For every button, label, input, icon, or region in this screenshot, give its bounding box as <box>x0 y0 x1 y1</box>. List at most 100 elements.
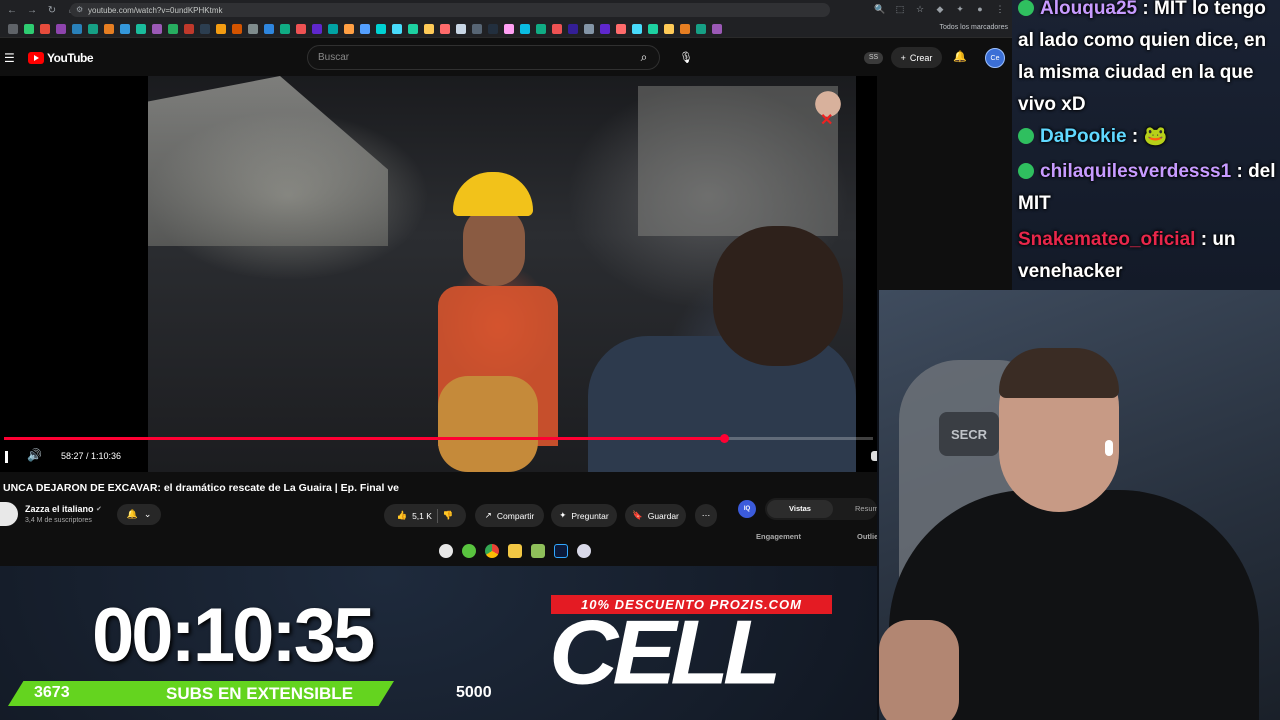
video-frame[interactable] <box>148 76 856 472</box>
search-icon[interactable]: ⌕ <box>629 46 659 69</box>
back-icon[interactable]: ← <box>4 2 20 18</box>
video-progress-bar[interactable] <box>4 434 873 443</box>
bookmark-favicon-icon[interactable] <box>632 23 642 34</box>
chrome-taskbar-icon[interactable] <box>485 544 499 558</box>
profile-icon[interactable]: ● <box>974 3 986 15</box>
more-actions-button[interactable]: ⋯ <box>695 504 717 527</box>
file-explorer-taskbar-icon[interactable] <box>508 544 522 558</box>
bookmark-favicon-icon[interactable] <box>392 23 402 34</box>
bookmark-star-icon[interactable]: ☆ <box>914 3 926 15</box>
browser-toolbar: ← → ↻ ⌂ ⚙ youtube.com/watch?v=0undKPHKtm… <box>0 0 1012 20</box>
chat-username: Snakemateo_oficial <box>1018 229 1196 250</box>
zoom-icon[interactable]: 🔍 <box>874 3 886 15</box>
bookmark-favicon-icon[interactable] <box>408 23 418 34</box>
dislike-icon[interactable]: 👎 <box>443 510 454 521</box>
pause-icon[interactable] <box>5 451 8 463</box>
bookmark-favicon-icon[interactable] <box>376 23 386 34</box>
bookmark-favicon-icon[interactable] <box>664 23 674 34</box>
bookmark-favicon-icon[interactable] <box>600 23 610 34</box>
address-bar[interactable]: ⚙ youtube.com/watch?v=0undKPHKtmk <box>70 3 830 17</box>
bookmark-favicon-icon[interactable] <box>680 23 690 34</box>
bookmark-favicon-icon[interactable] <box>440 23 450 34</box>
tab-summary[interactable]: Resum <box>855 504 879 513</box>
site-info-icon[interactable]: ⚙ <box>76 5 83 14</box>
menu-icon[interactable]: ⋮ <box>994 3 1006 15</box>
bookmark-favicon-icon[interactable] <box>424 23 434 34</box>
bookmark-favicon-icon[interactable] <box>120 23 130 34</box>
app-green-taskbar-icon[interactable] <box>462 544 476 558</box>
bookmark-favicon-icon[interactable] <box>56 23 66 34</box>
bookmark-favicon-icon[interactable] <box>344 23 354 34</box>
account-avatar[interactable]: Ce <box>985 48 1005 68</box>
channel-avatar[interactable] <box>0 502 18 526</box>
photoshop-taskbar-icon[interactable] <box>554 544 568 558</box>
ask-button[interactable]: ✦ Preguntar <box>551 504 617 527</box>
all-bookmarks[interactable]: Todos los marcadores <box>940 24 1008 31</box>
bookmark-favicon-icon[interactable] <box>472 23 482 34</box>
bookmark-favicon-icon[interactable] <box>280 23 290 34</box>
bookmark-favicon-icon[interactable] <box>616 23 626 34</box>
channel-watermark-icon <box>808 84 848 134</box>
bookmark-favicon-icon[interactable] <box>152 23 162 34</box>
bookmark-favicon-icon[interactable] <box>456 23 466 34</box>
channel-name[interactable]: Zazza el italiano <box>25 504 94 514</box>
bookmark-favicon-icon[interactable] <box>568 23 578 34</box>
bookmark-favicon-icon[interactable] <box>136 23 146 34</box>
bookmark-favicon-icon[interactable] <box>504 23 514 34</box>
obs-taskbar-icon[interactable] <box>439 544 453 558</box>
bookmark-favicon-icon[interactable] <box>552 23 562 34</box>
share-button[interactable]: ↗ Compartir <box>475 504 544 527</box>
plus-icon: + <box>900 52 906 63</box>
video-player[interactable]: 🔊 58:27 / 1:10:36 <box>0 76 877 472</box>
volume-icon[interactable]: 🔊 <box>27 448 42 462</box>
search-input[interactable]: Buscar ⌕ <box>307 45 660 70</box>
minecraft-taskbar-icon[interactable] <box>531 544 545 558</box>
notifications-bell-icon[interactable]: 🔔 <box>953 50 967 63</box>
subscription-bell-button[interactable]: 🔔 ⌄ <box>117 504 161 525</box>
chat-message: chilaquilesverdesss1 : del MIT <box>1018 161 1276 214</box>
bookmark-favicon-icon[interactable] <box>24 23 34 34</box>
reload-icon[interactable]: ↻ <box>44 2 60 18</box>
bookmark-favicon-icon[interactable] <box>104 23 114 34</box>
youtube-logo[interactable]: YouTube <box>28 51 94 65</box>
bookmark-favicon-icon[interactable] <box>200 23 210 34</box>
like-count[interactable]: 5,1 K <box>412 511 432 521</box>
bookmark-favicon-icon[interactable] <box>488 23 498 34</box>
bookmark-favicon-icon[interactable] <box>184 23 194 34</box>
menu-hamburger-icon[interactable]: ☰ <box>4 51 15 65</box>
bookmark-favicon-icon[interactable] <box>584 23 594 34</box>
video-scrubber-handle[interactable] <box>719 434 729 443</box>
vidiq-logo-icon[interactable]: IQ <box>738 500 756 518</box>
extensions-puzzle-icon[interactable]: ✦ <box>954 3 966 15</box>
bookmark-favicon-icon[interactable] <box>88 23 98 34</box>
bookmark-favicon-icon[interactable] <box>712 23 722 34</box>
extension-icon[interactable]: ◆ <box>934 3 946 15</box>
install-icon[interactable]: ⬚ <box>894 3 906 15</box>
bookmark-favicon-icon[interactable] <box>8 23 18 34</box>
bookmark-favicon-icon[interactable] <box>264 23 274 34</box>
ss-badge[interactable]: SS <box>864 52 883 64</box>
bookmark-favicon-icon[interactable] <box>168 23 178 34</box>
app-taskbar-icon[interactable] <box>577 544 591 558</box>
bookmark-favicon-icon[interactable] <box>216 23 226 34</box>
verified-icon: ✔ <box>96 506 102 513</box>
create-button[interactable]: + Crear <box>891 47 942 68</box>
microphone-icon[interactable]: 🎙 <box>676 47 696 67</box>
bookmark-favicon-icon[interactable] <box>520 23 530 34</box>
forward-icon[interactable]: → <box>24 2 40 18</box>
like-icon[interactable]: 👍 <box>396 510 407 521</box>
bookmark-favicon-icon[interactable] <box>360 23 370 34</box>
search-placeholder: Buscar <box>318 52 350 63</box>
bookmark-favicon-icon[interactable] <box>328 23 338 34</box>
bookmark-favicon-icon[interactable] <box>648 23 658 34</box>
bookmark-favicon-icon[interactable] <box>312 23 322 34</box>
bookmark-favicon-icon[interactable] <box>536 23 546 34</box>
bookmark-favicon-icon[interactable] <box>72 23 82 34</box>
save-button[interactable]: 🔖 Guardar <box>625 504 686 527</box>
bookmark-favicon-icon[interactable] <box>696 23 706 34</box>
tab-views[interactable]: Vistas <box>767 500 833 518</box>
bookmark-favicon-icon[interactable] <box>296 23 306 34</box>
bookmark-favicon-icon[interactable] <box>248 23 258 34</box>
bookmark-favicon-icon[interactable] <box>40 23 50 34</box>
bookmark-favicon-icon[interactable] <box>232 23 242 34</box>
